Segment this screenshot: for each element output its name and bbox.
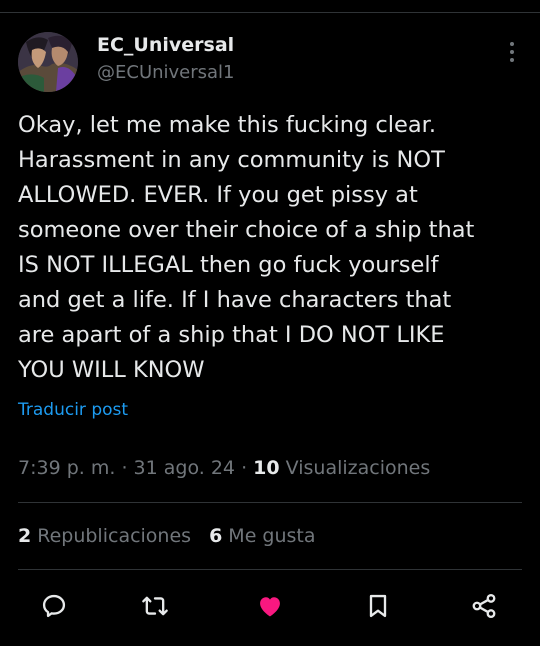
- avatar[interactable]: [18, 32, 78, 92]
- likes-stat[interactable]: 6 Me gusta: [209, 525, 315, 547]
- avatar-image: [18, 32, 78, 92]
- translate-post-link[interactable]: Traducir post: [18, 400, 128, 420]
- reposts-stat[interactable]: 2 Republicaciones: [18, 525, 191, 547]
- post-header: EC_Universal @ECUniversal1: [18, 32, 522, 92]
- post-time[interactable]: 7:39 p. m.: [18, 457, 115, 479]
- bookmark-button[interactable]: [362, 588, 394, 624]
- reposts-label: Republicaciones: [37, 525, 192, 547]
- bookmark-icon: [369, 594, 387, 618]
- meta-separator: ·: [241, 457, 248, 479]
- heart-icon: [260, 597, 280, 617]
- views-count: 10: [253, 457, 280, 479]
- meta-separator: ·: [121, 457, 128, 479]
- post-metadata: 7:39 p. m. · 31 ago. 24 · 10 Visualizaci…: [18, 457, 430, 479]
- engagement-stats: 2 Republicaciones 6 Me gusta: [18, 525, 316, 547]
- divider: [18, 569, 522, 570]
- author-display-name[interactable]: EC_Universal: [97, 34, 234, 56]
- share-button[interactable]: [468, 588, 500, 624]
- reply-icon: [42, 594, 66, 618]
- repost-icon: [142, 596, 168, 616]
- likes-label: Me gusta: [228, 525, 316, 547]
- divider: [18, 502, 522, 503]
- views-label: Visualizaciones: [285, 457, 431, 479]
- reply-button[interactable]: [38, 588, 70, 624]
- post-date[interactable]: 31 ago. 24: [134, 457, 235, 479]
- share-icon: [472, 593, 496, 619]
- more-options-icon[interactable]: [504, 42, 520, 68]
- post-text: Okay, let me make this fucking clear. Ha…: [18, 112, 475, 383]
- like-button[interactable]: [254, 588, 286, 624]
- action-bar: [0, 588, 540, 624]
- reposts-count: 2: [18, 525, 32, 547]
- author-handle[interactable]: @ECUniversal1: [97, 62, 235, 83]
- likes-count: 6: [209, 525, 223, 547]
- repost-button[interactable]: [139, 588, 171, 624]
- top-divider: [0, 12, 540, 13]
